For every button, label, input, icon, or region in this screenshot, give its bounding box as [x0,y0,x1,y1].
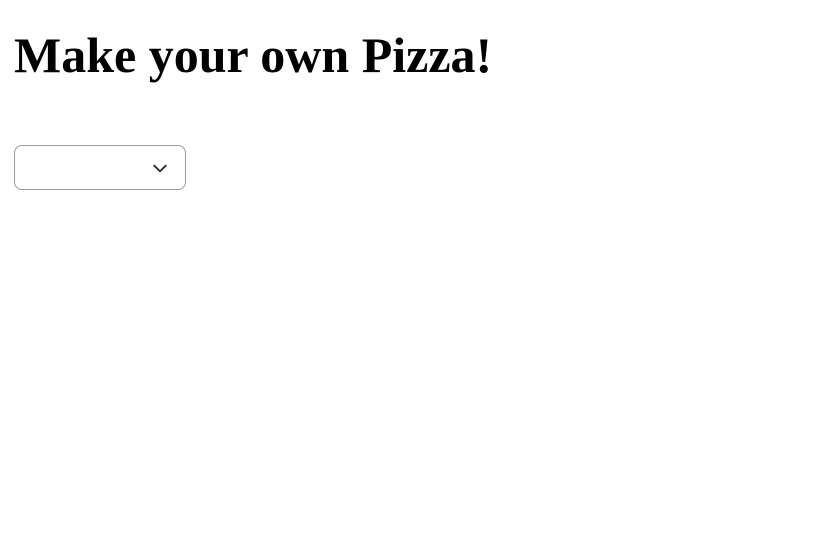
pizza-option-dropdown[interactable] [14,145,186,190]
chevron-down-icon [149,157,171,179]
page-title: Make your own Pizza! [14,28,822,83]
